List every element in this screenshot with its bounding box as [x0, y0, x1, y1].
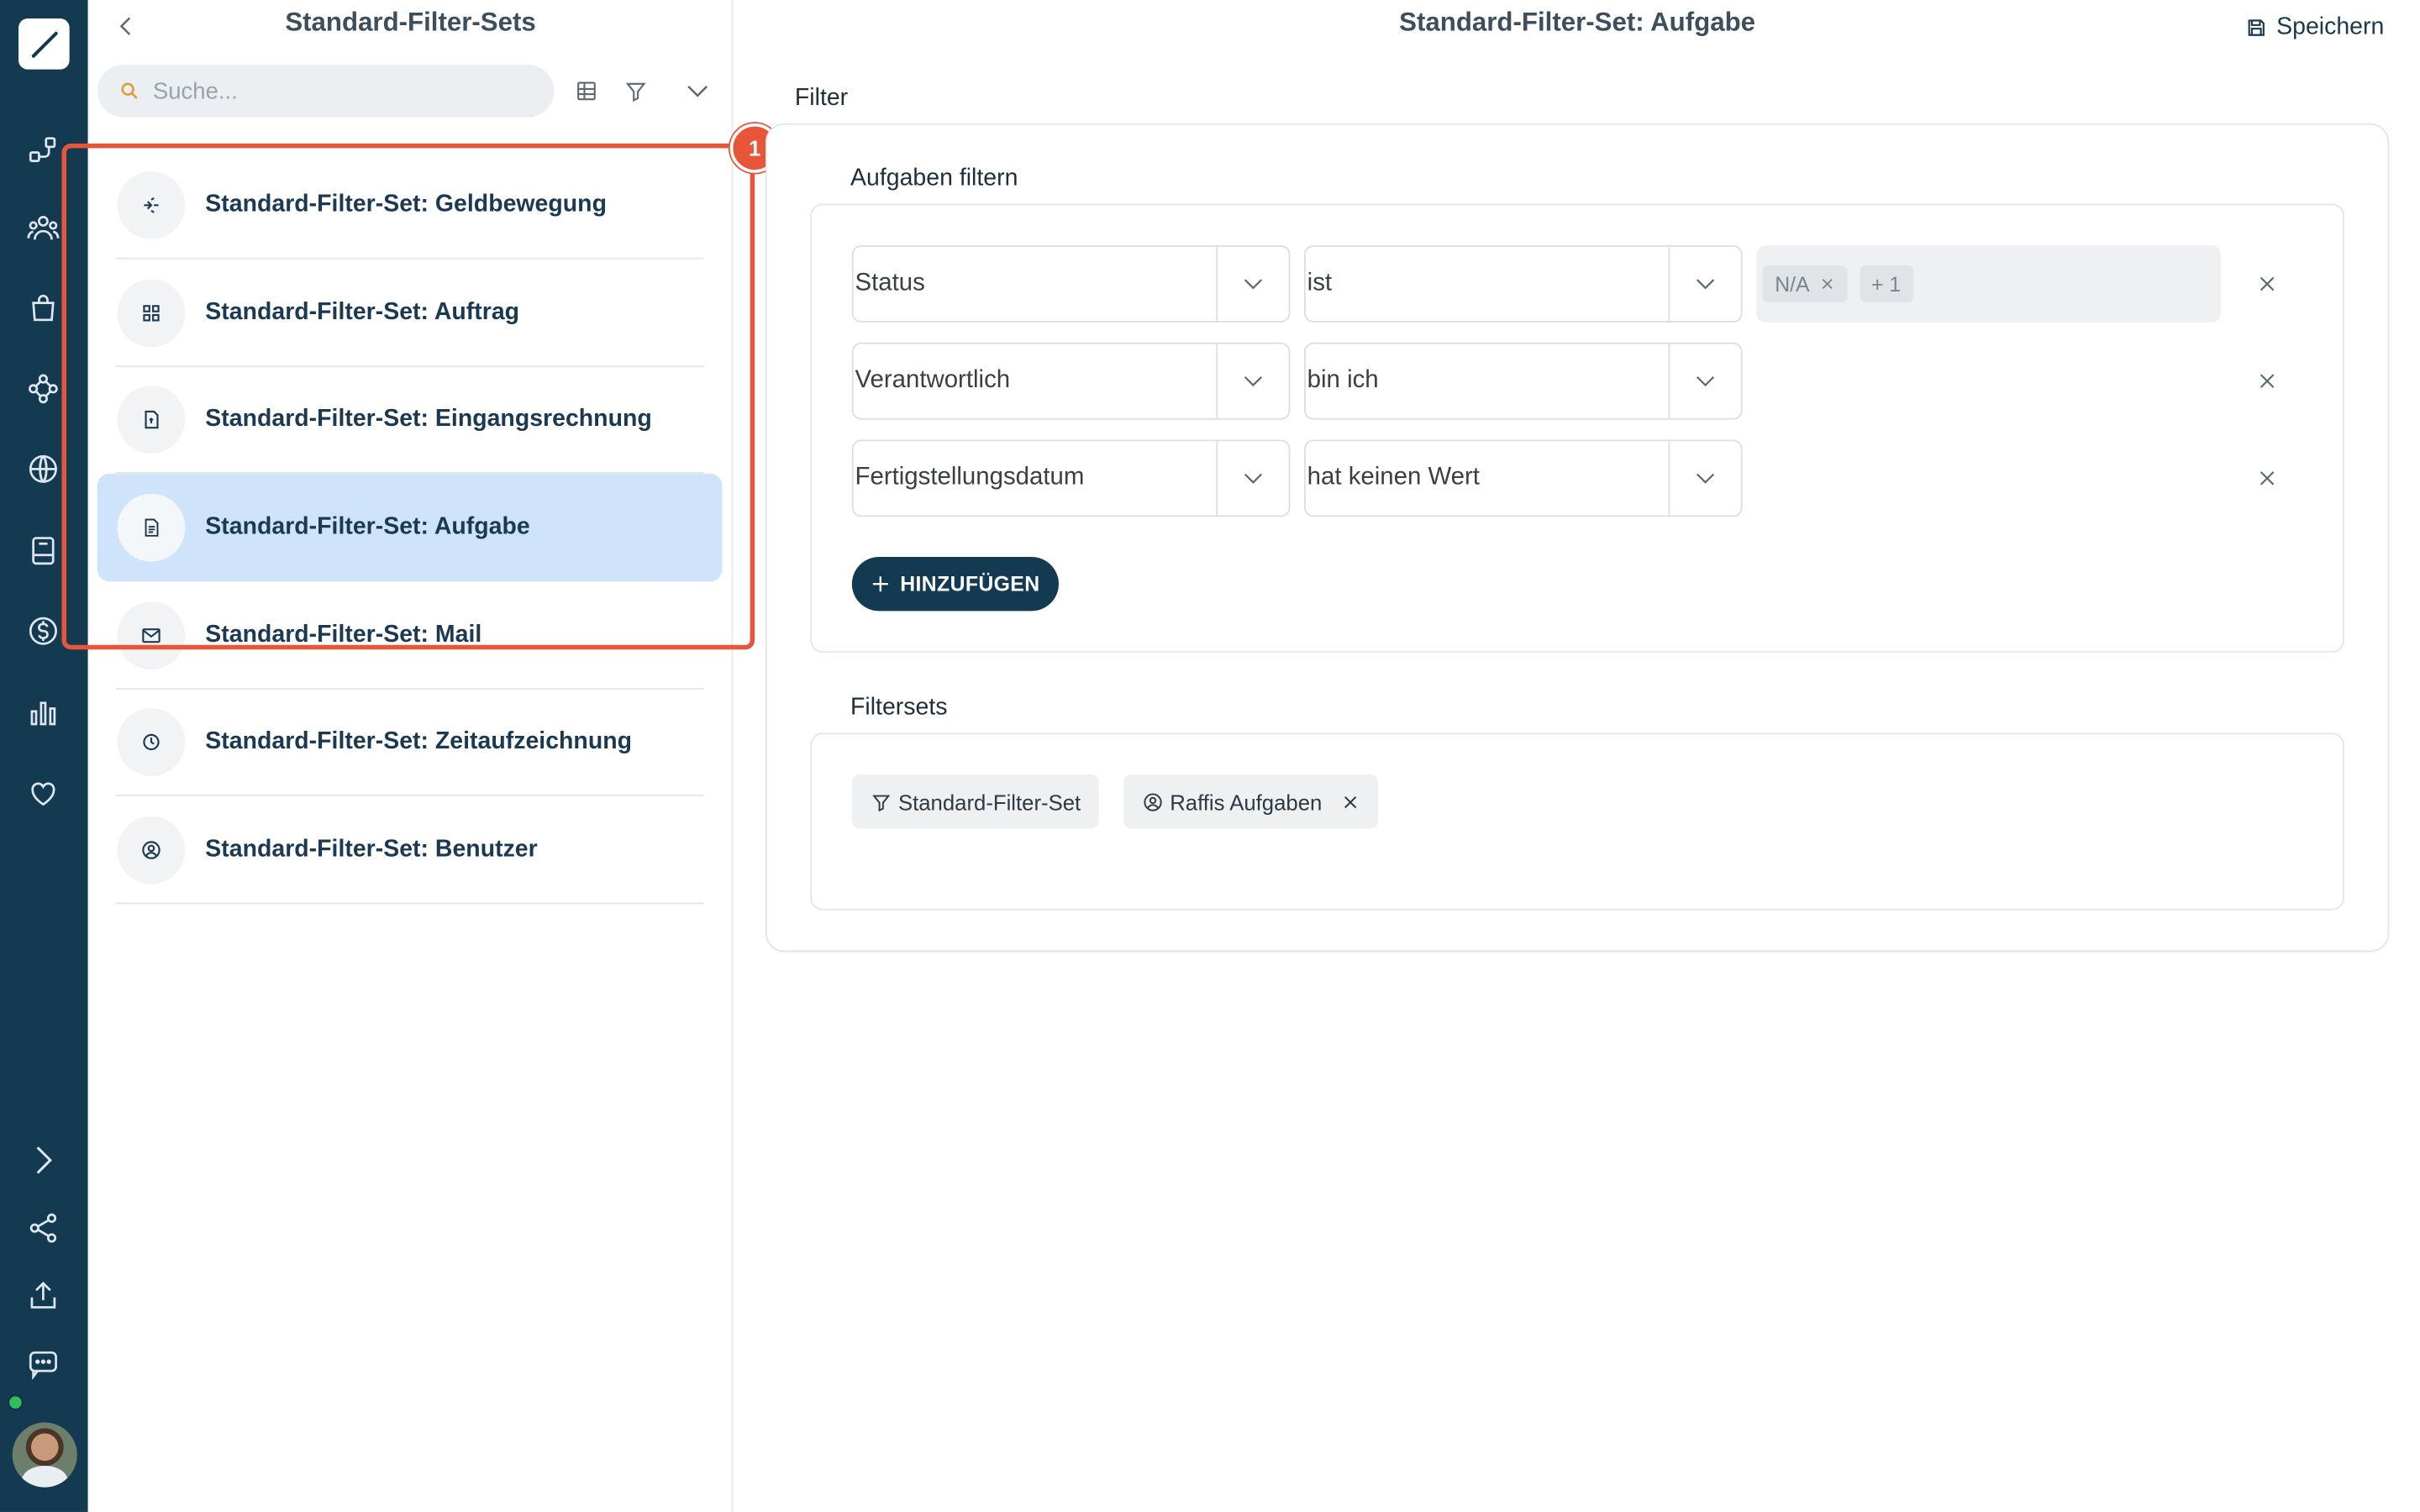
save-button[interactable]: Speichern — [2245, 11, 2384, 45]
list-item-label: Standard-Filter-Set: Eingangsrechnung — [205, 406, 652, 433]
close-icon[interactable] — [1340, 792, 1359, 811]
search-input[interactable] — [152, 77, 523, 104]
list-item-aufgabe[interactable]: Standard-Filter-Set: Aufgabe — [97, 473, 723, 582]
filter-icon[interactable] — [618, 72, 655, 109]
list-item-label: Standard-Filter-Set: Auftrag — [205, 299, 520, 326]
value-chip-na: N/A — [1762, 265, 1847, 302]
list-panel-title: Standard-Filter-Sets — [285, 8, 536, 38]
filterset-chip-label: Raffis Aufgaben — [1170, 789, 1323, 814]
divider — [115, 902, 704, 905]
money-transfer-icon — [117, 171, 186, 239]
app-logo[interactable] — [18, 18, 70, 70]
filter-heading: Filter — [794, 85, 849, 112]
list-item-label: Standard-Filter-Set: Mail — [205, 622, 482, 648]
close-icon[interactable] — [1819, 276, 1834, 291]
filtersets-heading: Filtersets — [850, 694, 948, 721]
chevron-down-icon[interactable] — [1668, 441, 1740, 516]
list-item-mail[interactable]: Standard-Filter-Set: Mail — [97, 581, 723, 690]
page-title: Standard-Filter-Set: Aufgabe — [1399, 8, 1756, 38]
list-item-zeitaufzeichnung[interactable]: Standard-Filter-Set: Zeitaufzeichnung — [97, 688, 723, 796]
share-icon[interactable] — [22, 1206, 65, 1249]
shopping-bag-icon[interactable] — [22, 287, 65, 330]
chevron-down-icon[interactable] — [679, 72, 716, 109]
book-icon[interactable] — [22, 529, 65, 572]
bar-chart-icon[interactable] — [22, 691, 65, 734]
list-item-label: Standard-Filter-Set: Benutzer — [205, 836, 538, 863]
user-circle-icon — [1144, 792, 1162, 811]
upload-icon[interactable] — [22, 1274, 65, 1317]
filter-operator-select-bin-ich[interactable]: bin ich — [1304, 342, 1743, 420]
close-icon — [2260, 276, 2275, 291]
online-status-indicator — [8, 1394, 24, 1410]
filterset-chip-label: Standard-Filter-Set — [897, 789, 1081, 814]
filterset-chip-standard[interactable]: Standard-Filter-Set — [851, 774, 1100, 829]
chevron-down-icon[interactable] — [1668, 246, 1740, 322]
chevron-down-icon[interactable] — [1216, 344, 1288, 418]
dollar-icon[interactable] — [22, 609, 65, 652]
list-item-auftrag[interactable]: Standard-Filter-Set: Auftrag — [97, 260, 723, 368]
list-item-geldbewegung[interactable]: Standard-Filter-Set: Geldbewegung — [97, 151, 723, 260]
chevron-down-icon[interactable] — [1668, 344, 1740, 418]
filter-operator-select-hat-keinen-wert[interactable]: hat keinen Wert — [1304, 439, 1743, 517]
filter-icon — [872, 794, 891, 811]
grid-icon — [117, 279, 186, 348]
chevron-down-icon[interactable] — [1216, 441, 1288, 516]
list-item-label: Standard-Filter-Set: Aufgabe — [205, 513, 530, 540]
user-circle-icon — [117, 816, 186, 885]
filter-set-list-panel: Standard-Filter-Sets Standard-Filter-Set… — [87, 0, 734, 1512]
task-document-icon — [117, 493, 186, 562]
close-icon — [2260, 374, 2275, 388]
filter-value-multiselect[interactable]: N/A + 1 — [1756, 245, 2222, 323]
network-icon[interactable] — [22, 367, 65, 410]
workflow-icon[interactable] — [22, 128, 65, 171]
filter-field-value: Status — [855, 270, 925, 297]
add-filter-button[interactable]: HINZUFÜGEN — [851, 557, 1059, 612]
list-item-benutzer[interactable]: Standard-Filter-Set: Benutzer — [97, 796, 723, 905]
search-icon — [121, 82, 138, 99]
add-filter-label: HINZUFÜGEN — [900, 572, 1040, 596]
chip-label: + 1 — [1871, 272, 1902, 296]
filterset-chip-raffis-aufgaben[interactable]: Raffis Aufgaben — [1123, 774, 1378, 829]
filter-field-select-verantwortlich[interactable]: Verantwortlich — [851, 342, 1291, 420]
globe-icon[interactable] — [22, 448, 65, 491]
team-icon[interactable] — [22, 207, 65, 249]
plus-icon — [873, 576, 889, 592]
pen-logo-icon — [30, 30, 57, 57]
list-item-label: Standard-Filter-Set: Geldbewegung — [205, 191, 607, 218]
remove-filter-verantwortlich-button[interactable] — [2250, 364, 2284, 397]
aufgaben-filtern-heading: Aufgaben filtern — [850, 165, 1018, 192]
search-field[interactable] — [97, 65, 555, 118]
clock-icon — [117, 708, 186, 776]
app-rail — [0, 0, 88, 1512]
chat-icon[interactable] — [22, 1342, 65, 1385]
filter-field-value: Verantwortlich — [855, 367, 1011, 394]
filter-operator-value: ist — [1307, 270, 1333, 297]
filter-operator-select-ist[interactable]: ist — [1304, 245, 1743, 323]
remove-filter-status-button[interactable] — [2250, 267, 2284, 301]
save-button-label: Speichern — [2276, 13, 2385, 40]
table-view-icon[interactable] — [568, 72, 605, 109]
filter-field-value: Fertigstellungsdatum — [855, 464, 1085, 491]
list-item-eingangsrechnung[interactable]: Standard-Filter-Set: Eingangsrechnung — [97, 365, 723, 474]
floppy-disk-icon — [2248, 19, 2265, 36]
close-icon — [2260, 471, 2275, 486]
chevron-down-icon[interactable] — [1216, 246, 1288, 322]
filter-field-select-fertigstellungsdatum[interactable]: Fertigstellungsdatum — [851, 439, 1291, 517]
list-item-label: Standard-Filter-Set: Zeitaufzeichnung — [205, 727, 633, 755]
remove-filter-fertigstellungsdatum-button[interactable] — [2250, 461, 2284, 495]
expand-chevron-icon[interactable] — [22, 1138, 65, 1181]
chip-label: N/A — [1775, 272, 1810, 296]
mail-icon — [117, 601, 186, 670]
heart-icon[interactable] — [22, 771, 65, 814]
filter-operator-value: bin ich — [1307, 367, 1379, 394]
value-chip-more[interactable]: + 1 — [1859, 265, 1913, 302]
invoice-icon — [117, 386, 186, 454]
user-avatar[interactable] — [12, 1422, 77, 1488]
filter-field-select-status[interactable]: Status — [851, 245, 1291, 323]
filter-operator-value: hat keinen Wert — [1307, 464, 1480, 491]
